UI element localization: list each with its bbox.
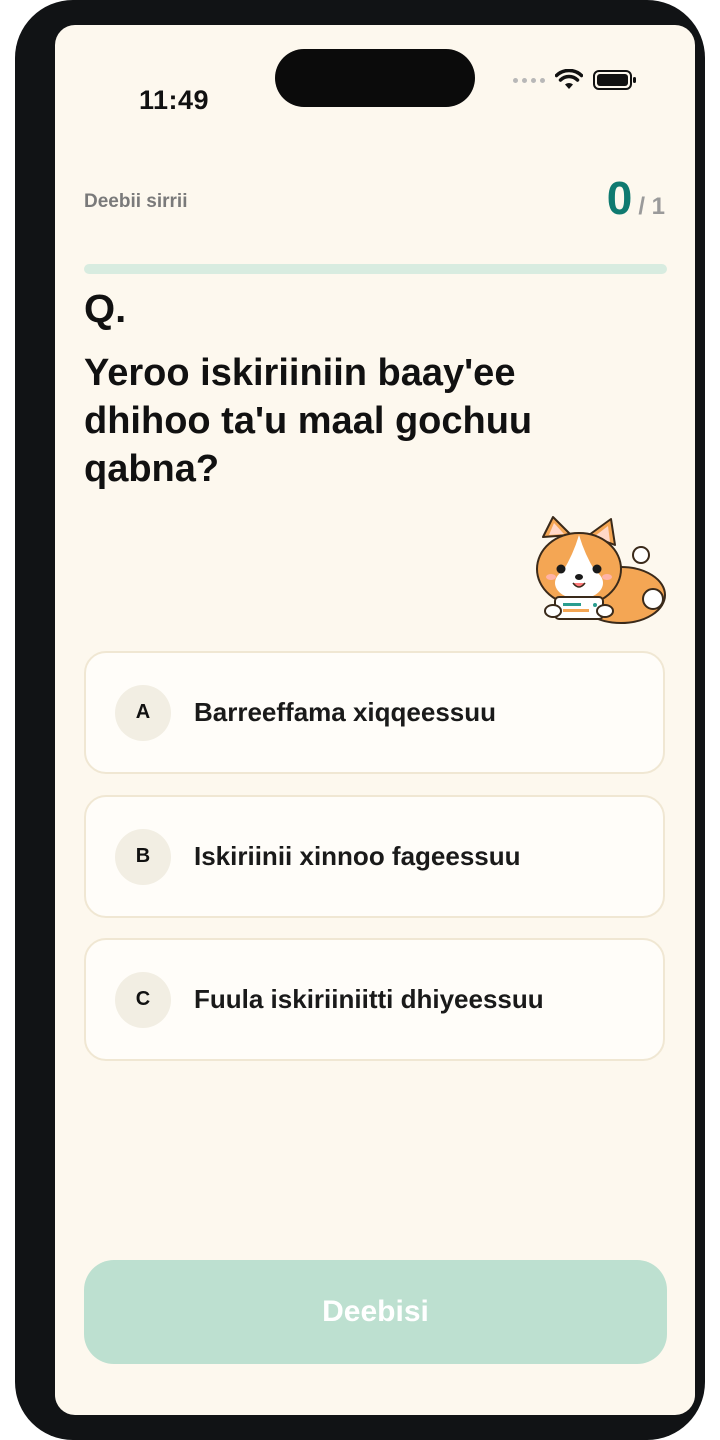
option-letter-badge: A [115,684,171,741]
option-label: Barreeffama xiqqeessuu [194,697,497,727]
status-time: 11:49 [139,85,210,115]
wifi-icon [555,69,583,89]
phone-frame: 11:49 Deebii sirrii 0 / 1 Q. Yeroo iskir… [15,0,705,1440]
question-marker: Q. [84,287,127,331]
score-current: 0 [606,172,633,224]
progress-label: Deebii sirrii [84,191,188,212]
score-counter: 0 / 1 [607,175,665,221]
progress-bar [84,264,667,274]
app-screen: 11:49 Deebii sirrii 0 / 1 Q. Yeroo iskir… [55,25,695,1415]
option-label: Iskiriinii xinnoo fageessuu [194,841,521,871]
answer-option-b[interactable]: B Iskiriinii xinnoo fageessuu [84,795,665,918]
battery-icon [593,70,636,90]
status-icons [513,65,637,95]
option-label: Fuula iskiriiniitti dhiyeessuu [194,984,544,1014]
score-total: / 1 [638,193,665,220]
corgi-mascot [536,516,666,624]
question-text: Yeroo iskiriiniin baay'ee dhihoo ta'u ma… [84,352,533,490]
cellular-signal-icon [513,77,545,83]
option-letter-badge: B [115,828,171,885]
answer-option-c[interactable]: C Fuula iskiriiniitti dhiyeessuu [84,938,665,1061]
dynamic-island [275,49,475,107]
option-letter-badge: C [115,971,171,1028]
submit-button[interactable]: Deebisi [84,1260,667,1364]
answer-option-a[interactable]: A Barreeffama xiqqeessuu [84,651,665,774]
